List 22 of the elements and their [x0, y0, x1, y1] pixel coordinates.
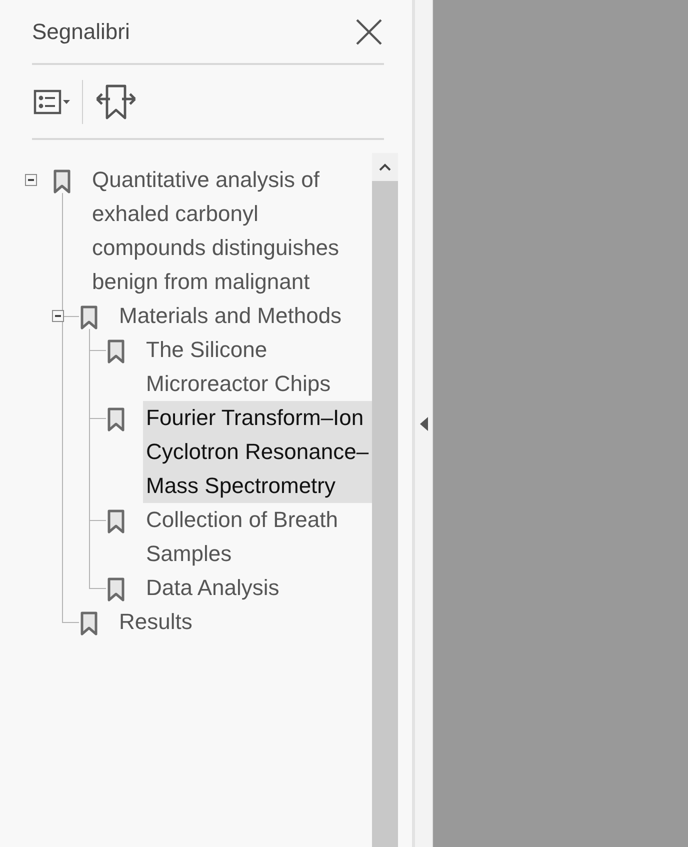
panel-title: Segnalibri — [32, 18, 130, 44]
bookmark-icon — [106, 509, 126, 534]
bookmark-item[interactable]: Materials and Methods — [116, 299, 372, 333]
bookmark-item[interactable]: Quantitative analysis of exhaled carbonyl compounds distinguishes benign from malignant — [89, 163, 372, 299]
bookmark-item[interactable]: Results — [116, 605, 372, 639]
bookmark-item[interactable]: Collection of Breath Samples — [143, 503, 372, 571]
bookmark-item[interactable]: Data Analysis — [143, 571, 372, 605]
collapse-toggle[interactable] — [25, 174, 37, 186]
options-icon[interactable] — [32, 88, 72, 116]
bookmark-icon — [79, 305, 99, 330]
bookmark-icon — [106, 407, 126, 432]
collapse-toggle[interactable] — [52, 310, 64, 322]
bookmark-item[interactable]: Fourier Transform–Ion Cyclotron Resonance–Mass Spectrometry — [143, 401, 372, 503]
bookmark-icon — [79, 611, 99, 636]
bookmark-icon — [106, 339, 126, 364]
bookmark-icon — [106, 577, 126, 602]
collapse-arrow-icon[interactable] — [420, 416, 428, 430]
scrollbar[interactable] — [372, 153, 398, 847]
scroll-up-icon[interactable] — [372, 153, 398, 181]
close-icon[interactable] — [354, 16, 384, 46]
bookmark-item[interactable]: The Silicone Microreactor Chips — [143, 333, 372, 401]
bookmark-icon — [52, 169, 72, 194]
